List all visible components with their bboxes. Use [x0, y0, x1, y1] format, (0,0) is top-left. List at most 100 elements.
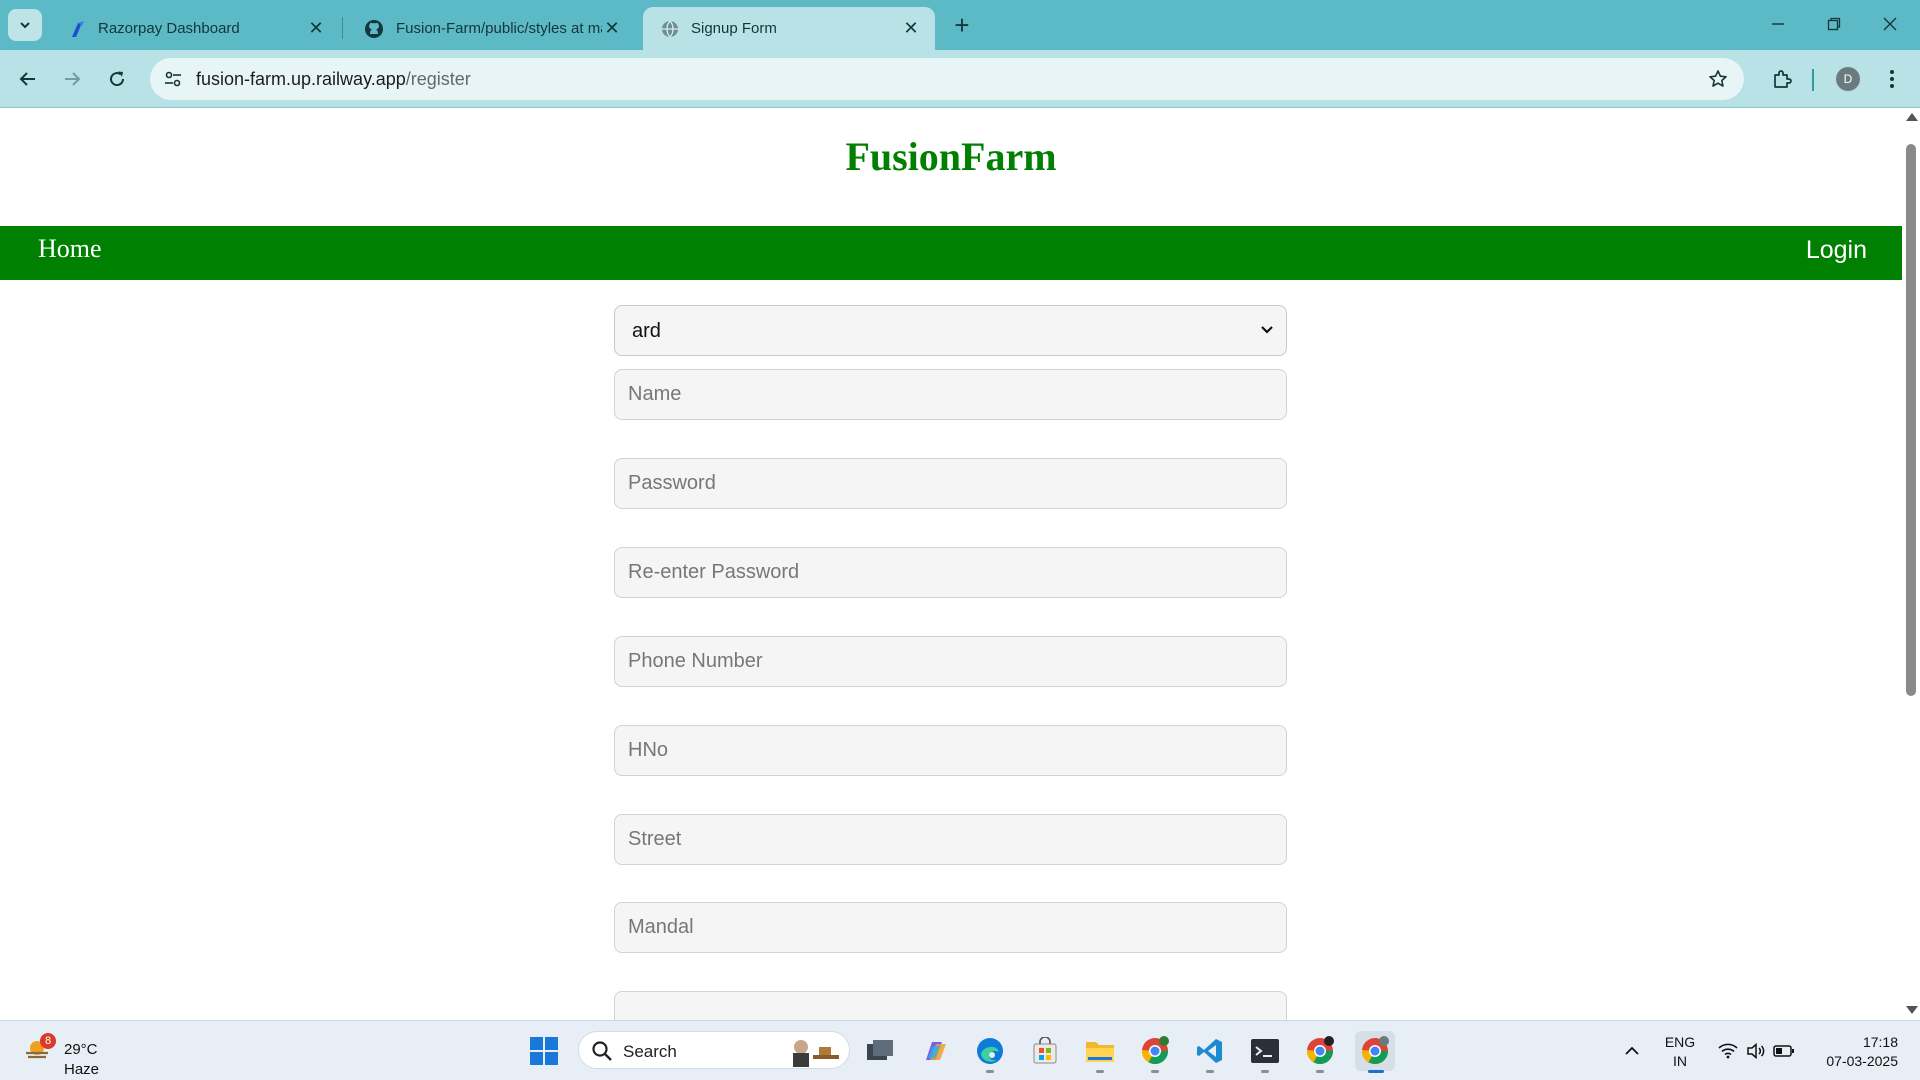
- weather-condition: Haze: [64, 1061, 100, 1078]
- role-select[interactable]: ard: [614, 305, 1287, 356]
- new-tab-button[interactable]: +: [948, 10, 976, 40]
- search-icon: [592, 1041, 612, 1061]
- edge-button[interactable]: [970, 1031, 1010, 1073]
- store-button[interactable]: [1025, 1031, 1065, 1071]
- more-vertical-icon: [1890, 70, 1894, 88]
- show-hidden-icons-button[interactable]: [1618, 1021, 1646, 1080]
- restore-button[interactable]: [1814, 8, 1854, 40]
- address-bar[interactable]: fusion-farm.up.railway.app/register: [150, 58, 1744, 100]
- close-window-button[interactable]: [1870, 8, 1910, 40]
- forward-button[interactable]: [56, 63, 88, 95]
- wifi-icon: [1718, 1043, 1738, 1059]
- tab-divider: [342, 17, 343, 39]
- chrome-profile-b-button[interactable]: [1135, 1031, 1175, 1073]
- folder-icon: [1086, 1042, 1114, 1062]
- restore-icon: [1827, 17, 1841, 31]
- globe-icon: [662, 20, 678, 37]
- running-indicator: [1151, 1070, 1159, 1073]
- tab-strip: Razorpay Dashboard ✕ Fusion-Farm/public/…: [0, 0, 1920, 50]
- bookmark-star-icon[interactable]: [1706, 67, 1730, 91]
- role-select-value: ard: [632, 320, 661, 342]
- weather-temp: 29°C: [64, 1041, 98, 1058]
- weather-badge: 8: [40, 1033, 56, 1049]
- system-clock[interactable]: 17:18 07-03-2025: [1812, 1033, 1898, 1071]
- weather-widget[interactable]: 8 29°C Haze: [20, 1031, 110, 1078]
- site-navbar: Home Login: [0, 226, 1902, 280]
- volume-status[interactable]: [1742, 1021, 1770, 1080]
- back-button[interactable]: [12, 63, 44, 95]
- language-line-1: ENG: [1664, 1034, 1696, 1050]
- tab-title: Signup Form: [691, 20, 777, 37]
- taskbar: 8 29°C Haze Search ENG IN 17:18 07-03-20…: [0, 1020, 1920, 1080]
- scroll-down-arrow-icon[interactable]: [1906, 1006, 1918, 1014]
- reload-icon: [110, 71, 125, 87]
- close-tab-icon[interactable]: ✕: [901, 18, 921, 39]
- vscode-icon: [1197, 1039, 1222, 1063]
- phone-number-placeholder: Phone Number: [628, 650, 763, 672]
- input-language[interactable]: ENG IN: [1660, 1033, 1700, 1071]
- file-explorer-button[interactable]: [1080, 1031, 1120, 1073]
- task-view-button[interactable]: [860, 1031, 900, 1071]
- extensions-button[interactable]: [1766, 63, 1798, 95]
- street-field[interactable]: Street: [614, 814, 1287, 865]
- nav-login-link[interactable]: Login: [1806, 236, 1867, 265]
- chrome-profile-dark-button[interactable]: [1300, 1031, 1340, 1073]
- copilot-icon: [926, 1042, 946, 1060]
- tab-github[interactable]: Fusion-Farm/public/styles at ma ✕: [346, 7, 636, 50]
- arrow-left-icon: [19, 72, 35, 86]
- battery-icon: [1773, 1045, 1794, 1057]
- tab-razorpay[interactable]: Razorpay Dashboard ✕: [50, 7, 340, 50]
- running-indicator: [1261, 1070, 1269, 1073]
- tab-signup-form[interactable]: Signup Form ✕: [643, 7, 935, 50]
- scrollbar-thumb[interactable]: [1906, 144, 1916, 696]
- close-tab-icon[interactable]: ✕: [602, 18, 622, 39]
- site-info-icon[interactable]: [160, 66, 186, 92]
- phone-number-field[interactable]: Phone Number: [614, 636, 1287, 687]
- street-placeholder: Street: [628, 828, 682, 850]
- nav-home-link[interactable]: Home: [38, 234, 102, 264]
- tab-search-button[interactable]: [8, 9, 42, 41]
- browser-menu-button[interactable]: [1880, 63, 1904, 95]
- running-indicator: [986, 1070, 994, 1073]
- wifi-status[interactable]: [1714, 1021, 1742, 1080]
- minimize-button[interactable]: [1758, 8, 1798, 40]
- name-field[interactable]: Name: [614, 369, 1287, 420]
- clock-time: 17:18: [1862, 1034, 1898, 1050]
- speaker-icon: [1747, 1043, 1765, 1059]
- clock-date: 07-03-2025: [1826, 1053, 1898, 1069]
- scroll-up-arrow-icon[interactable]: [1906, 113, 1918, 121]
- start-button[interactable]: [524, 1031, 564, 1071]
- profile-avatar[interactable]: D: [1836, 67, 1860, 91]
- reload-button[interactable]: [101, 63, 133, 95]
- house-number-field[interactable]: HNo: [614, 725, 1287, 776]
- next-field-partial[interactable]: [614, 991, 1287, 1020]
- password-field[interactable]: Password: [614, 458, 1287, 509]
- page-content: FusionFarm Home Login ard Name Password …: [0, 109, 1902, 1020]
- chrome-icon: [1361, 1036, 1389, 1065]
- browser-toolbar: fusion-farm.up.railway.app/register D: [0, 50, 1920, 108]
- url-text[interactable]: fusion-farm.up.railway.app/register: [196, 69, 471, 90]
- chrome-profile-d-button[interactable]: [1355, 1031, 1395, 1073]
- copilot-button[interactable]: [915, 1031, 955, 1071]
- battery-status[interactable]: [1770, 1021, 1798, 1080]
- close-tab-icon[interactable]: ✕: [306, 18, 326, 39]
- tab-title: Fusion-Farm/public/styles at ma: [396, 20, 602, 37]
- chevron-down-icon: [20, 22, 30, 29]
- vscode-button[interactable]: [1190, 1031, 1230, 1073]
- search-highlight-art-icon: [793, 1040, 839, 1067]
- terminal-icon: [1251, 1039, 1279, 1063]
- running-indicator: [1316, 1070, 1324, 1073]
- chevron-down-icon: [1258, 320, 1276, 340]
- house-number-placeholder: HNo: [628, 739, 669, 761]
- search-label: Search: [623, 1042, 677, 1061]
- mandal-field[interactable]: Mandal: [614, 902, 1287, 953]
- store-icon: [1033, 1037, 1057, 1064]
- terminal-button[interactable]: [1245, 1031, 1285, 1073]
- active-indicator: [1368, 1070, 1384, 1073]
- taskbar-search[interactable]: Search: [578, 1031, 850, 1069]
- page-scrollbar[interactable]: [1902, 109, 1920, 1020]
- running-indicator: [1096, 1070, 1104, 1073]
- name-placeholder: Name: [628, 383, 682, 405]
- reenter-password-field[interactable]: Re-enter Password: [614, 547, 1287, 598]
- chevron-up-icon: [1625, 1046, 1639, 1055]
